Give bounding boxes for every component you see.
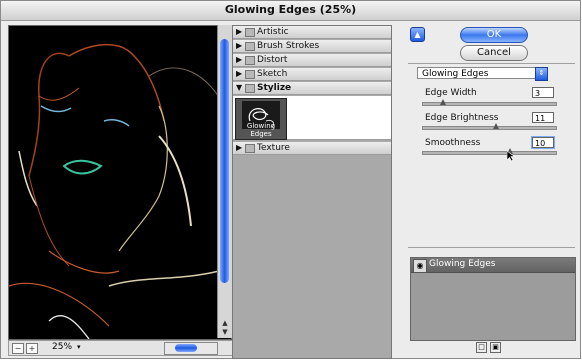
settings-panel: ▲ OK Cancel Glowing Edges ⇕ Edge Width 3… (402, 25, 577, 359)
category-stylize[interactable]: ▼ Stylize (233, 82, 391, 95)
category-label: Artistic (257, 27, 289, 37)
preview-vertical-scrollbar[interactable]: ▲ ▼ (217, 25, 232, 338)
scrollbar-thumb[interactable] (220, 39, 229, 283)
edge-width-label: Edge Width (425, 88, 477, 98)
category-label: Distort (257, 55, 288, 65)
folder-icon (245, 144, 255, 153)
smoothness-label: Smoothness (425, 138, 481, 148)
triangle-down-icon[interactable]: ▼ (236, 82, 242, 94)
category-sketch[interactable]: ▶ Sketch (233, 68, 391, 81)
folder-icon (245, 70, 255, 79)
category-texture[interactable]: ▶ Texture (233, 142, 391, 155)
visibility-icon[interactable]: ◉ (413, 259, 427, 273)
scroll-up-icon[interactable]: ▲ (221, 319, 229, 327)
folder-icon (245, 42, 255, 51)
edge-width-input[interactable]: 3 (532, 87, 554, 98)
stylize-thumbnails: Glowing Edges (233, 96, 391, 140)
preview-image[interactable] (8, 25, 232, 340)
divider (408, 247, 575, 248)
dropdown-arrows-icon[interactable]: ⇕ (535, 67, 548, 81)
cancel-button[interactable]: Cancel (460, 45, 528, 61)
category-artistic[interactable]: ▶ Artistic (233, 26, 391, 39)
category-label: Sketch (257, 69, 288, 79)
category-label: Stylize (257, 83, 292, 93)
chevron-down-icon[interactable]: ▾ (77, 344, 83, 351)
scroll-down-icon[interactable]: ▼ (221, 328, 229, 336)
triangle-right-icon[interactable]: ▶ (236, 40, 242, 52)
thumb-caption: Glowing Edges (246, 122, 276, 138)
zoom-out-icon[interactable]: − (12, 343, 24, 354)
smoothness-slider[interactable] (422, 148, 557, 155)
triangle-right-icon[interactable]: ▶ (236, 142, 242, 154)
folder-icon (245, 56, 255, 65)
filter-select-value: Glowing Edges (422, 69, 489, 79)
category-brush-strokes[interactable]: ▶ Brush Strokes (233, 40, 391, 53)
category-distort[interactable]: ▶ Distort (233, 54, 391, 67)
edge-brightness-input[interactable]: 11 (532, 112, 554, 123)
triangle-right-icon[interactable]: ▶ (236, 26, 242, 38)
title-bar[interactable]: Glowing Edges (25%) (1, 1, 580, 21)
edge-brightness-label: Edge Brightness (425, 113, 499, 123)
preview-zoom-bar: − + 25% ▾ (8, 340, 234, 356)
triangle-right-icon[interactable]: ▶ (236, 54, 242, 66)
filter-categories-panel: ▶ Artistic ▶ Brush Strokes ▶ Distort ▶ S… (232, 25, 392, 359)
ok-button[interactable]: OK (460, 27, 528, 43)
filter-thumb-glowing-edges[interactable]: Glowing Edges (235, 98, 287, 140)
folder-icon (245, 84, 255, 93)
triangle-up-icon[interactable]: ▲ (410, 27, 425, 42)
slider-knob[interactable] (440, 99, 446, 105)
filter-gallery-window: Glowing Edges (25%) ▲ ▼ − + 25% ▾ ▶ Arti… (0, 0, 581, 359)
effect-layers-list: ◉ Glowing Edges (410, 257, 576, 341)
category-label: Brush Strokes (257, 41, 320, 51)
slider-knob[interactable] (493, 123, 499, 129)
preview-horizontal-scrollbar[interactable] (164, 342, 218, 355)
filter-select[interactable]: Glowing Edges ⇕ (417, 67, 548, 81)
divider (408, 63, 575, 64)
effect-layer-label: Glowing Edges (429, 259, 496, 269)
new-layer-icon[interactable]: □ (476, 342, 487, 353)
edge-width-slider[interactable] (422, 99, 557, 106)
trash-icon[interactable]: ▣ (490, 342, 501, 353)
category-label: Texture (257, 143, 290, 153)
zoom-level[interactable]: 25% (52, 342, 72, 352)
glowing-edges-portrait (9, 26, 231, 339)
zoom-in-icon[interactable]: + (26, 343, 38, 354)
mouse-cursor-icon (507, 151, 515, 161)
effect-layer-item[interactable]: ◉ Glowing Edges (411, 258, 575, 273)
folder-icon (245, 28, 255, 37)
scrollbar-thumb[interactable] (175, 344, 197, 352)
triangle-right-icon[interactable]: ▶ (236, 68, 242, 80)
smoothness-input[interactable]: 10 (531, 136, 555, 149)
window-title: Glowing Edges (25%) (224, 3, 357, 16)
edge-brightness-slider[interactable] (422, 123, 557, 130)
